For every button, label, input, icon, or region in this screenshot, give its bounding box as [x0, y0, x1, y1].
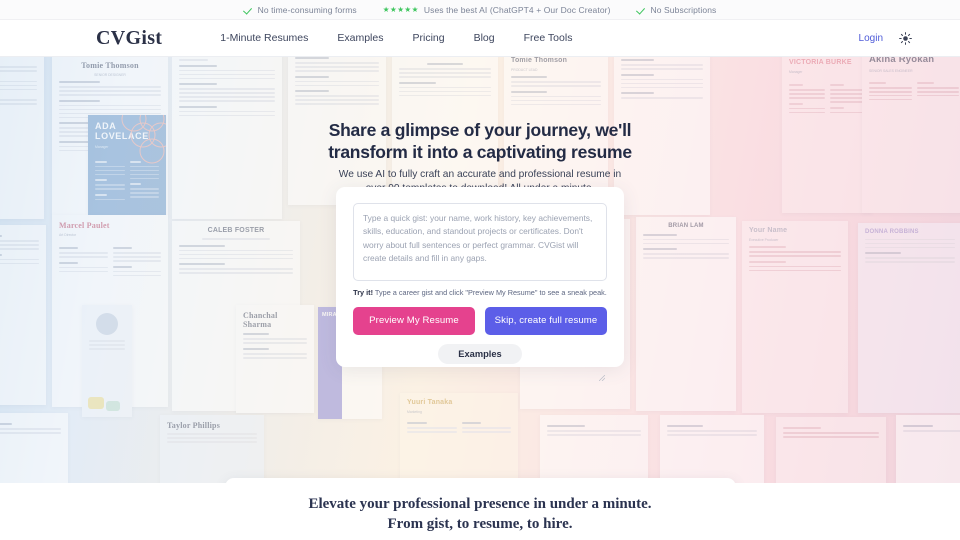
gist-hint: Try it! Type a career gist and click "Pr… [353, 288, 607, 298]
nav-item-blog[interactable]: Blog [474, 32, 495, 44]
hero-section: Tomie Thomson SENIOR DESIGNER ADA LOVELA… [0, 57, 960, 483]
collage-name: Tomie Thomson [81, 61, 139, 70]
announcement-text-3: No Subscriptions [650, 4, 717, 15]
collage-sheet [660, 415, 764, 483]
logo[interactable]: CVGist [96, 28, 162, 48]
collage-sheet-taylor-phillips: Taylor Phillips [160, 415, 264, 483]
collage-sheet [540, 415, 648, 483]
collage-sheet [82, 305, 132, 417]
main-nav: 1-Minute Resumes Examples Pricing Blog F… [220, 32, 572, 44]
tagline-line-1: Elevate your professional presence in un… [308, 496, 652, 512]
stars-icon: ★★★★★ [382, 4, 419, 14]
announcement-text-1: No time-consuming forms [257, 4, 357, 15]
collage-name: VICTORIA BURKE [789, 59, 852, 66]
header-actions: Login [859, 31, 912, 45]
collage-sheet [0, 413, 68, 483]
page-title: Share a glimpse of your journey, we'll t… [328, 120, 632, 163]
collage-sheet [776, 417, 886, 483]
collage-sheet-yuuri-tanaka: Yuuri Tanaka Marketing [400, 393, 518, 481]
announcement-item-2: ★★★★★ Uses the best AI (ChatGPT4 + Our D… [383, 5, 611, 15]
login-link[interactable]: Login [859, 33, 883, 44]
sun-icon[interactable] [899, 31, 912, 45]
collage-name: Akina Ryokan [869, 57, 935, 65]
nav-item-1-minute-resumes[interactable]: 1-Minute Resumes [220, 32, 308, 44]
announcement-text-2: Uses the best AI (ChatGPT4 + Our Doc Cre… [423, 4, 611, 15]
steps-bar: Step 1 Write a brief gist [225, 478, 736, 483]
collage-name: DONNA ROBBINS [865, 229, 919, 235]
hero-copy: Share a glimpse of your journey, we'll t… [0, 119, 960, 196]
announcement-item-1: No time-consuming forms [244, 5, 357, 15]
collage-name: Chanchal Sharma [243, 311, 278, 330]
gist-hint-rest: Type a career gist and click "Preview My… [373, 288, 607, 297]
announcement-bar: No time-consuming forms ★★★★★ Uses the b… [0, 0, 960, 20]
gist-card: Try it! Type a career gist and click "Pr… [336, 187, 624, 381]
examples-row: Examples [353, 343, 607, 364]
collage-sheet-chanchal-sharma: Chanchal Sharma [236, 305, 314, 413]
site-header: CVGist 1-Minute Resumes Examples Pricing… [0, 20, 960, 57]
examples-button[interactable]: Examples [438, 343, 522, 364]
tagline-line-2: From gist, to resume, to hire. [387, 515, 573, 532]
announcement-item-3: No Subscriptions [637, 5, 717, 15]
collage-name: CALEB FOSTER [399, 57, 491, 59]
collage-name: Yuuri Tanaka [407, 399, 453, 406]
preview-my-resume-button[interactable]: Preview My Resume [353, 306, 475, 335]
collage-sheet [0, 225, 46, 405]
gist-actions: Preview My Resume Skip, create full resu… [353, 306, 607, 335]
collage-name: Marcel Paulet [59, 221, 110, 230]
gist-input[interactable] [353, 203, 607, 281]
check-icon [637, 5, 646, 14]
collage-sheet-your-name: Your Name Executive Producer [742, 221, 848, 413]
nav-item-free-tools[interactable]: Free Tools [524, 32, 573, 44]
collage-sheet-donna-robbins: DONNA ROBBINS [858, 223, 960, 413]
collage-name: Taylor Phillips [167, 421, 221, 430]
bottom-tagline: Elevate your professional presence in un… [0, 495, 960, 535]
nav-item-pricing[interactable]: Pricing [412, 32, 444, 44]
skip-create-full-resume-button[interactable]: Skip, create full resume [485, 306, 607, 335]
collage-name: Tomie Thomson [511, 57, 568, 64]
collage-sheet [896, 415, 960, 483]
collage-name: Your Name [749, 227, 788, 234]
check-icon [244, 5, 253, 14]
collage-sheet: BRIAN LAM [636, 217, 736, 411]
gist-hint-bold: Try it! [353, 288, 374, 297]
collage-name: CALEB FOSTER [207, 227, 265, 234]
nav-item-examples[interactable]: Examples [337, 32, 383, 44]
